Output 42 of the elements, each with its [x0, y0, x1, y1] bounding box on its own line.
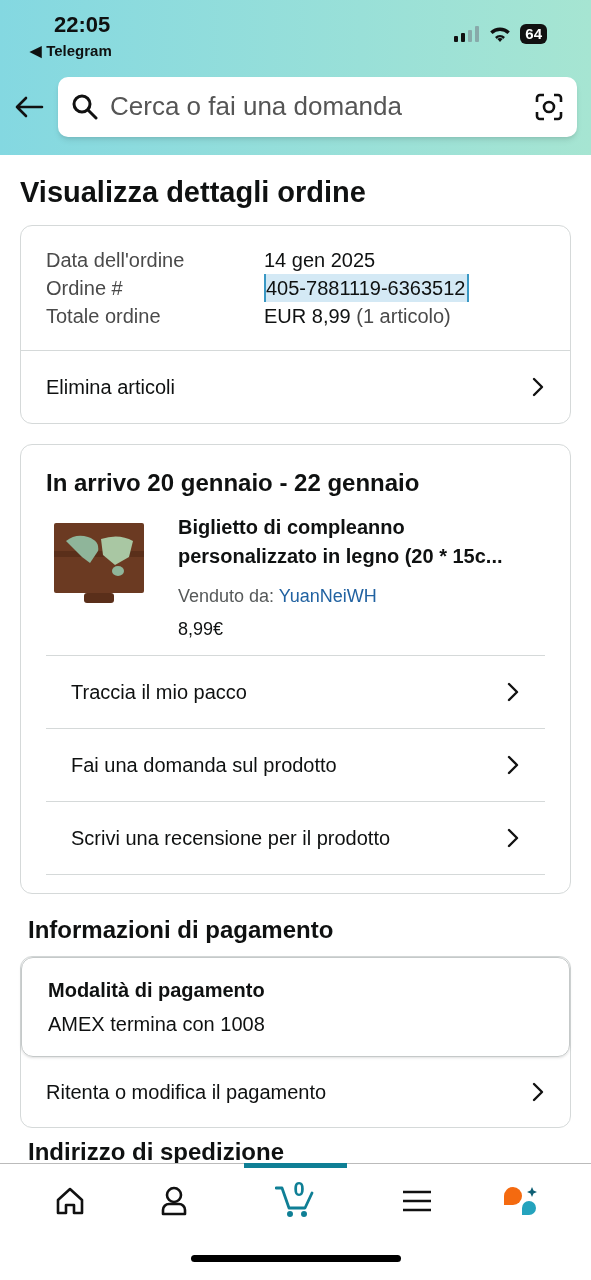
- cart-icon: [275, 1184, 316, 1217]
- payment-method-label: Modalità di pagamento: [48, 977, 266, 1003]
- summary-value: 405-7881119-6363512: [264, 273, 470, 302]
- summary-value: EUR 8,99 (1 articolo): [264, 303, 451, 329]
- product-title[interactable]: Biglietto di compleanno personalizzato in legno (20 * 15c...: [178, 512, 545, 571]
- page-title: Visualizza dettagli ordine: [20, 175, 367, 210]
- summary-label: Ordine #: [46, 275, 124, 301]
- cart-count: 0: [293, 1178, 305, 1199]
- summary-label: Totale ordine: [46, 303, 162, 329]
- search-icon: [72, 93, 98, 120]
- search-bar[interactable]: Cerca o fai una domanda: [58, 76, 577, 137]
- signal-icon: [454, 26, 481, 42]
- nav-tab[interactable]: 0: [243, 1163, 348, 1233]
- action-row[interactable]: Scrivi una recensione per il prodotto: [46, 800, 545, 874]
- battery-indicator: 64: [520, 24, 547, 44]
- search-input[interactable]: Cerca o fai una domanda: [110, 87, 523, 126]
- back-to-app-link[interactable]: ◀ Telegram: [30, 40, 112, 63]
- back-arrow-icon[interactable]: [14, 94, 44, 119]
- summary-label: Data dell'ordine: [46, 247, 186, 273]
- shipping-heading: Indirizzo di spedizione: [28, 1137, 285, 1166]
- person-icon: [159, 1185, 188, 1216]
- summary-value: 14 gen 2025: [264, 247, 376, 273]
- chevron-right-icon: [506, 826, 520, 849]
- seller-label: Venduto da:: [178, 585, 275, 606]
- payment-method: AMEX termina con 1008: [48, 1011, 266, 1037]
- chevron-right-icon: [506, 753, 520, 776]
- menu-icon: [403, 1189, 432, 1212]
- chevron-right-icon: [531, 1080, 545, 1103]
- chevron-right-icon: [531, 375, 545, 398]
- delivery-heading: In arrivo 20 gennaio - 22 gennaio: [46, 467, 421, 498]
- action-row[interactable]: Traccia il mio pacco: [46, 654, 545, 728]
- status-time: 22:05: [53, 11, 112, 39]
- chevron-right-icon: [506, 680, 520, 703]
- seller-link[interactable]: YuanNeiWH: [278, 585, 377, 606]
- payment-heading: Informazioni di pagamento: [28, 914, 335, 945]
- wifi-icon: [488, 25, 513, 43]
- product-price: 8,99€: [178, 617, 225, 641]
- camera-scan-icon[interactable]: [535, 92, 563, 121]
- home-icon: [54, 1186, 85, 1215]
- delete-items-row[interactable]: Elimina articoli: [21, 350, 570, 423]
- retry-payment-row[interactable]: Ritenta o modifica il pagamento: [21, 1056, 570, 1127]
- action-row[interactable]: Fai una domanda sul prodotto: [46, 727, 545, 801]
